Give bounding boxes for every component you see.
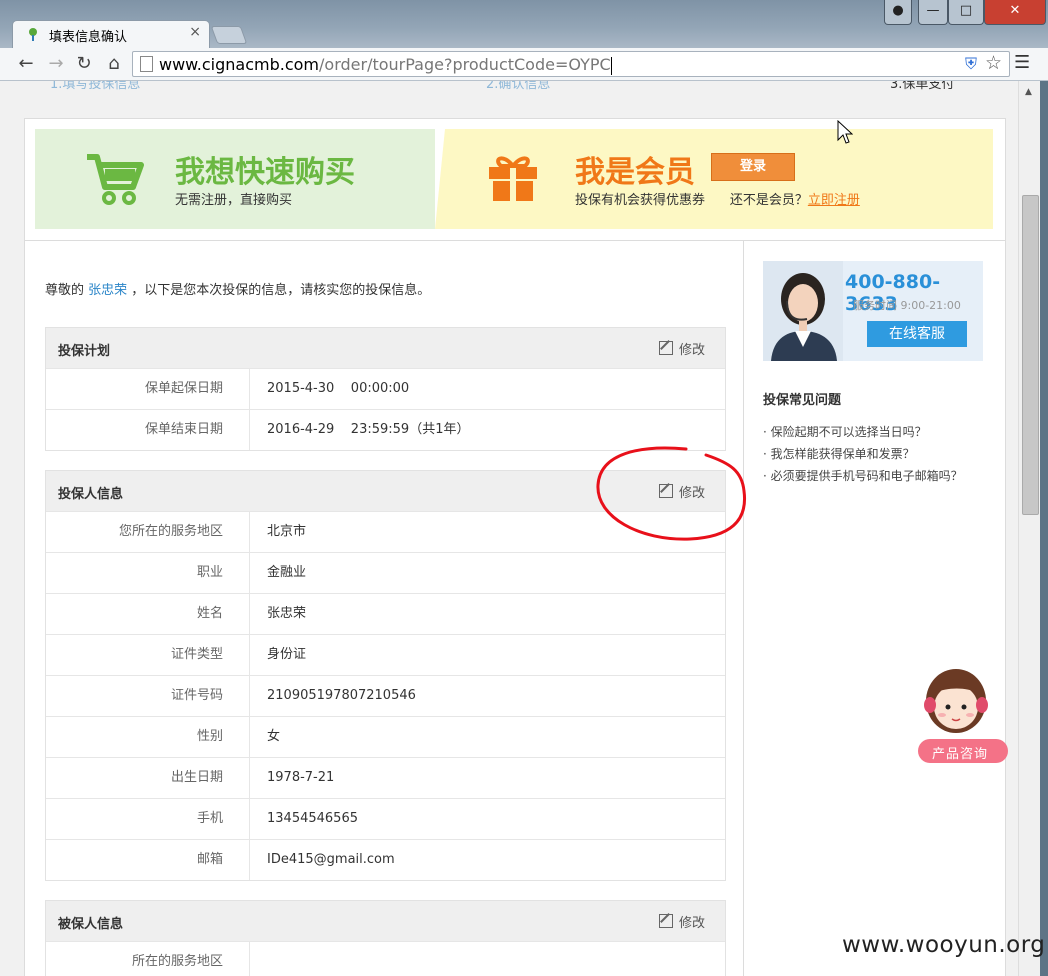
- section-title: 投保人信息: [58, 487, 124, 502]
- reload-icon[interactable]: ↻: [72, 52, 96, 76]
- edit-plan-button[interactable]: 修改: [658, 339, 705, 358]
- home-icon[interactable]: ⌂: [102, 52, 126, 76]
- user-icon[interactable]: ●: [884, 0, 912, 25]
- browser-toolbar: ← → ↻ ⌂ www.cignacmb.com/order/tourPage?…: [0, 48, 1048, 81]
- edit-icon: [658, 341, 673, 355]
- quick-buy-title: 我想快速购买: [175, 155, 355, 190]
- customer-name: 张忠荣: [88, 283, 128, 298]
- table-row: 保单起保日期 2015-4-30 00:00:00: [46, 368, 725, 409]
- browser-titlebar: 填表信息确认 × ● — □ ✕: [0, 0, 1048, 49]
- table-row: 所在的服务地区: [46, 941, 725, 976]
- divider: [25, 240, 1005, 241]
- edit-insured-button[interactable]: 修改: [658, 912, 705, 931]
- faq-link[interactable]: · 必须要提供手机号码和电子邮箱吗？: [763, 467, 963, 484]
- insured-section: 被保人信息 修改 所在的服务地区: [45, 900, 726, 976]
- consult-label[interactable]: 产品咨询: [932, 743, 988, 762]
- scroll-up-icon[interactable]: ▲: [1025, 87, 1032, 97]
- table-row: 证件号码 210905197807210546: [46, 675, 725, 716]
- page-icon: [140, 56, 153, 72]
- new-tab-button[interactable]: [210, 26, 248, 44]
- service-hours: 服务时间 9:00-21:00: [853, 299, 961, 312]
- favicon-icon: [29, 28, 37, 41]
- greeting-text: 尊敬的 张忠荣 ，以下是您本次投保的信息，请核实您的投保信息。: [45, 283, 431, 298]
- watermark: www.wooyun.org: [842, 932, 1046, 958]
- scrollbar-thumb[interactable]: [1022, 195, 1039, 515]
- section-title: 投保计划: [58, 344, 111, 359]
- url-text[interactable]: www.cignacmb.com/order/tourPage?productC…: [159, 55, 612, 75]
- member-title: 我是会员: [575, 155, 695, 190]
- address-bar[interactable]: www.cignacmb.com/order/tourPage?productC…: [132, 51, 1010, 77]
- table-row: 证件类型 身份证: [46, 634, 725, 675]
- forward-icon[interactable]: →: [44, 52, 68, 76]
- order-card: 我想快速购买 无需注册，直接购买 我是会员 登录 投保有机会获得优惠券 还不是会…: [24, 118, 1006, 976]
- faq-link[interactable]: · 保险起期不可以选择当日吗？: [763, 423, 927, 440]
- table-row: 出生日期 1978-7-21: [46, 757, 725, 798]
- gift-icon: [489, 156, 537, 201]
- step-3: 3.保单支付: [890, 81, 955, 92]
- member-subtitle: 投保有机会获得优惠券 还不是会员？立即注册: [575, 193, 860, 208]
- tab-close-icon[interactable]: ×: [189, 24, 201, 40]
- table-row: 邮箱 IDe415@gmail.com: [46, 839, 725, 880]
- menu-icon[interactable]: ☰: [1014, 52, 1032, 73]
- table-row: 手机 13454546565: [46, 798, 725, 839]
- page-viewport: 1.填写投保信息 2.确认信息 3.保单支付 我想快速购买 无需注册，直接购买 …: [0, 81, 1018, 976]
- annotation-circle: [596, 446, 747, 541]
- member-banner: 我是会员 登录 投保有机会获得优惠券 还不是会员？立即注册: [435, 129, 993, 229]
- shield-icon[interactable]: ⛨: [965, 54, 977, 74]
- service-agent-avatar: [763, 261, 843, 361]
- minimize-button[interactable]: —: [918, 0, 948, 25]
- bookmark-star-icon[interactable]: ☆: [985, 52, 1002, 74]
- shopping-cart-icon: [87, 154, 144, 205]
- mouse-cursor-icon: [837, 120, 853, 144]
- close-window-button[interactable]: ✕: [984, 0, 1046, 25]
- divider: [743, 241, 744, 976]
- customer-service-box: 400-880-3633 服务时间 9:00-21:00 在线客服: [763, 261, 983, 361]
- back-icon[interactable]: ←: [14, 52, 38, 76]
- online-service-button[interactable]: 在线客服: [867, 321, 967, 347]
- quick-buy-banner[interactable]: 我想快速购买 无需注册，直接购买: [35, 129, 435, 229]
- step-1: 1.填写投保信息: [50, 81, 141, 92]
- tab-title: 填表信息确认: [49, 30, 128, 45]
- table-row: 性别女: [46, 716, 725, 757]
- quick-buy-subtitle: 无需注册，直接购买: [175, 193, 293, 208]
- edit-icon: [658, 914, 673, 928]
- login-button[interactable]: 登录: [711, 153, 795, 181]
- faq-title: 投保常见问题: [763, 393, 842, 408]
- plan-section: 投保计划 修改 保单起保日期 2015-4-30 00:00:00 保单结束日期…: [45, 327, 726, 451]
- section-title: 被保人信息: [58, 917, 124, 932]
- faq-link[interactable]: · 我怎样能获得保单和发票？: [763, 445, 915, 462]
- step-indicator: 1.填写投保信息 2.确认信息 3.保单支付: [0, 81, 1018, 92]
- vertical-scrollbar[interactable]: ▲: [1018, 81, 1041, 976]
- step-2: 2.确认信息: [486, 81, 551, 92]
- section-header: 投保计划 修改: [46, 328, 725, 368]
- table-row: 姓名 张忠荣: [46, 593, 725, 634]
- register-link[interactable]: 立即注册: [808, 193, 860, 208]
- browser-tab[interactable]: 填表信息确认 ×: [12, 20, 210, 49]
- maximize-button[interactable]: □: [948, 0, 984, 25]
- section-header: 被保人信息 修改: [46, 901, 725, 941]
- window-border: [1040, 81, 1048, 976]
- table-row: 职业 金融业: [46, 552, 725, 593]
